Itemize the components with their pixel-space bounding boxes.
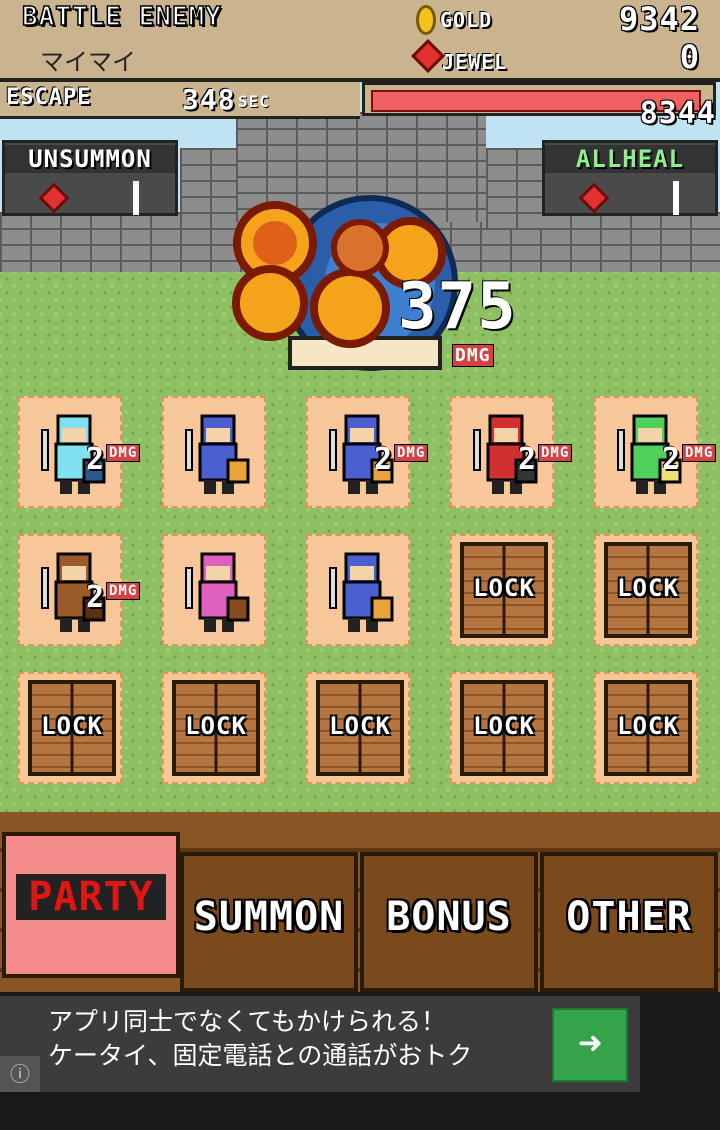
unit-damage-number: 2 xyxy=(86,580,106,615)
ad-line-1: アプリ同士でなくてもかけられる！ xyxy=(48,1007,447,1036)
tab-bonus-label: BONUS xyxy=(386,894,512,940)
unit-damage-number: 2 xyxy=(374,442,394,477)
unit-damage-label: DMG xyxy=(682,444,717,462)
escape-seconds: 348 xyxy=(182,83,236,116)
ad-info-icon[interactable]: ⓘ xyxy=(0,1056,40,1092)
jewel-icon xyxy=(578,182,610,214)
party-slot[interactable] xyxy=(162,396,266,508)
lock-label: LOCK xyxy=(617,712,679,740)
party-slot[interactable] xyxy=(162,534,266,646)
locked-slot[interactable]: LOCK xyxy=(18,672,122,784)
party-slot[interactable]: 2 DMG xyxy=(18,396,141,508)
tab-other[interactable]: OTHER xyxy=(540,852,718,992)
jewel-label: JEWEL xyxy=(442,50,508,74)
ad-banner[interactable]: アプリ同士でなくてもかけられる！ ケータイ、固定電話との通話がおトク ➜ ⓘ xyxy=(0,996,640,1092)
lock-door-icon: LOCK xyxy=(172,680,260,776)
cost-bar xyxy=(673,181,679,215)
tab-bonus[interactable]: BONUS xyxy=(360,852,538,992)
lock-door-icon: LOCK xyxy=(460,542,548,638)
enemy-hp-value: 8344 xyxy=(639,96,716,131)
party-slot[interactable] xyxy=(306,534,410,646)
jewel-value: 0 xyxy=(679,38,700,76)
cost-bar xyxy=(133,181,139,215)
status-panel: BATTLE ENEMY マイマイ GOLD 9342 JEWEL 0 xyxy=(0,0,720,82)
unsummon-button[interactable]: UNSUMMON xyxy=(2,140,178,216)
jewel-icon xyxy=(411,39,445,73)
locked-slot[interactable]: LOCK xyxy=(450,534,554,646)
lock-label: LOCK xyxy=(617,574,679,602)
villager-icon xyxy=(182,548,252,642)
allheal-button[interactable]: ALLHEAL xyxy=(542,140,718,216)
tab-summon[interactable]: SUMMON xyxy=(180,852,358,992)
lock-door-icon: LOCK xyxy=(316,680,404,776)
lock-label: LOCK xyxy=(329,712,391,740)
enemy-name: マイマイ xyxy=(40,48,136,76)
allheal-label: ALLHEAL xyxy=(545,145,715,173)
locked-slot[interactable]: LOCK xyxy=(594,534,698,646)
lock-label: LOCK xyxy=(473,712,535,740)
damage-unit: DMG xyxy=(452,344,494,367)
castle-tower-left xyxy=(180,148,236,228)
unit-damage-number: 2 xyxy=(518,442,538,477)
tab-other-label: OTHER xyxy=(566,894,692,940)
escape-timer[interactable]: ESCAPE 348 SEC xyxy=(0,82,360,119)
battle-enemy-label: BATTLE ENEMY xyxy=(21,1,222,33)
lock-door-icon: LOCK xyxy=(604,680,692,776)
viking-shield-icon xyxy=(326,548,396,642)
tab-party[interactable]: PARTY xyxy=(2,832,180,978)
lock-label: LOCK xyxy=(473,574,535,602)
unit-damage-label: DMG xyxy=(106,444,141,462)
party-slot[interactable]: 2 DMG xyxy=(594,396,717,508)
lock-label: LOCK xyxy=(185,712,247,740)
viking-shield-icon xyxy=(182,410,252,504)
unit-damage-label: DMG xyxy=(394,444,429,462)
party-slot[interactable]: 2 DMG xyxy=(450,396,573,508)
locked-slot[interactable]: LOCK xyxy=(450,672,554,784)
party-slot[interactable]: 2 DMG xyxy=(18,534,141,646)
party-slot[interactable]: 2 DMG xyxy=(306,396,429,508)
ad-arrow-icon[interactable]: ➜ xyxy=(552,1008,628,1082)
escape-button[interactable]: ESCAPE xyxy=(6,85,91,110)
ad-line-2: ケータイ、固定電話との通話がおトク xyxy=(48,1041,473,1070)
lock-label: LOCK xyxy=(41,712,103,740)
tab-party-label: PARTY xyxy=(16,874,166,920)
lock-door-icon: LOCK xyxy=(460,680,548,776)
locked-slot[interactable]: LOCK xyxy=(162,672,266,784)
locked-slot[interactable]: LOCK xyxy=(306,672,410,784)
gold-value: 9342 xyxy=(618,0,700,38)
unit-damage-number: 2 xyxy=(86,442,106,477)
bottom-menu: PARTY SUMMON BONUS OTHER xyxy=(0,812,720,992)
castle-tower-right xyxy=(486,148,542,228)
lock-door-icon: LOCK xyxy=(604,542,692,638)
unsummon-label: UNSUMMON xyxy=(5,145,175,173)
damage-number: 375 xyxy=(398,270,517,344)
unit-damage-label: DMG xyxy=(538,444,573,462)
locked-slot[interactable]: LOCK xyxy=(594,672,698,784)
jewel-icon xyxy=(38,182,70,214)
unit-damage-number: 2 xyxy=(662,442,682,477)
unit-damage-label: DMG xyxy=(106,582,141,600)
escape-seconds-unit: SEC xyxy=(238,92,270,111)
gold-label: GOLD xyxy=(440,8,493,32)
lock-door-icon: LOCK xyxy=(28,680,116,776)
gold-coin-icon xyxy=(416,5,436,35)
tab-summon-label: SUMMON xyxy=(193,894,345,940)
